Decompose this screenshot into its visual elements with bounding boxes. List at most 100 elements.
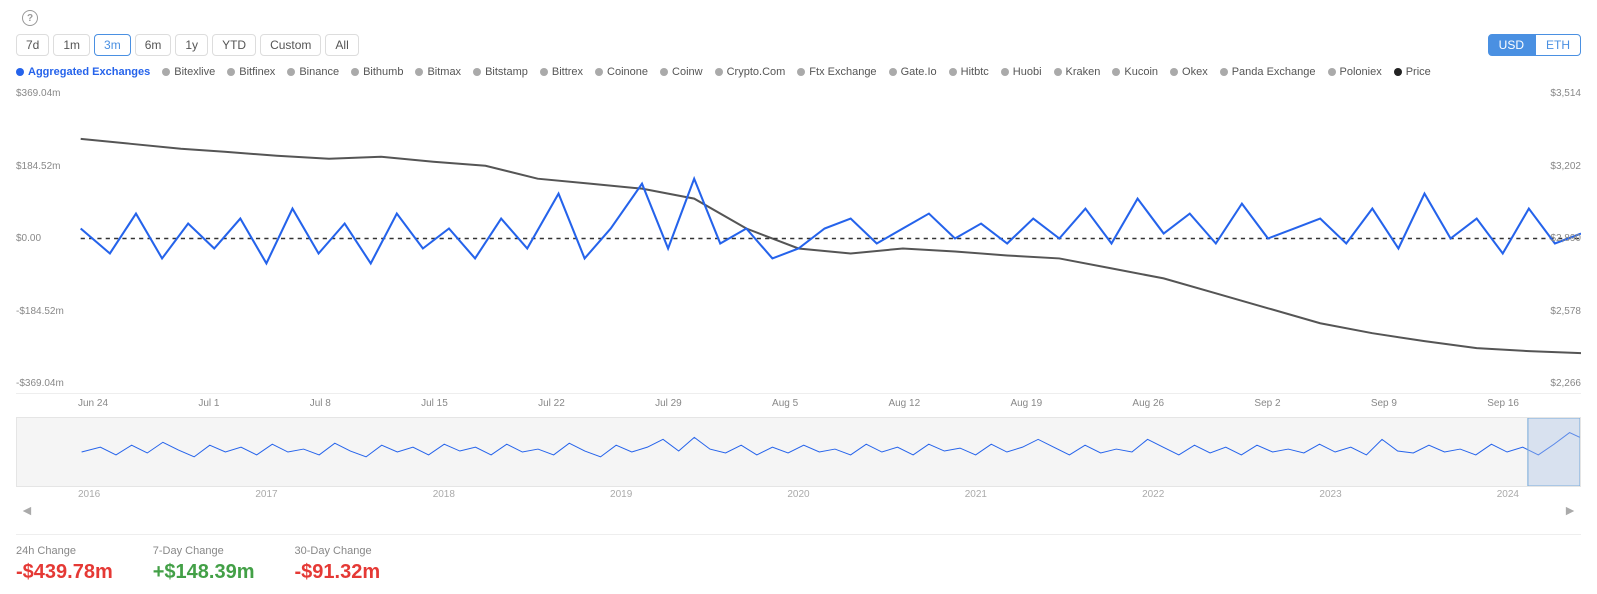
stat-label: 30-Day Change [295,545,381,557]
legend-item-gate-io[interactable]: Gate.Io [889,66,937,78]
legend-label: Hitbtc [961,66,989,78]
time-btn-7d[interactable]: 7d [16,34,49,56]
y-axis-right-label: $3,202 [1531,161,1581,172]
y-axis-left-label: $0.00 [16,233,78,244]
x-axis-label: Sep 9 [1371,398,1397,409]
legend-item-coinw[interactable]: Coinw [660,66,703,78]
legend-dot [715,68,723,76]
legend-label: Panda Exchange [1232,66,1316,78]
mini-chart[interactable] [16,417,1581,487]
legend-dot [1328,68,1336,76]
legend-item-okex[interactable]: Okex [1170,66,1208,78]
stat-label: 7-Day Change [153,545,255,557]
legend-label: Aggregated Exchanges [28,66,150,78]
scroll-left-arrow[interactable]: ◄ [20,502,34,518]
legend-label: Bittrex [552,66,583,78]
legend-dot [351,68,359,76]
legend-label: Binance [299,66,339,78]
legend-item-bitfinex[interactable]: Bitfinex [227,66,275,78]
legend-item-hitbtc[interactable]: Hitbtc [949,66,989,78]
legend-dot [1001,68,1009,76]
legend-label: Price [1406,66,1431,78]
legend-item-panda-exchange[interactable]: Panda Exchange [1220,66,1316,78]
y-axis-right-label: $3,514 [1531,88,1581,99]
time-btn-3m[interactable]: 3m [94,34,131,56]
legend-item-aggregated-exchanges[interactable]: Aggregated Exchanges [16,66,150,78]
y-axis-left: $369.04m$184.52m$0.00-$184.52m-$369.04m [16,84,78,393]
x-axis-label: Jul 15 [421,398,448,409]
time-button-group: 7d1m3m6m1yYTDCustomAll [16,34,359,56]
mini-chart-svg [17,418,1580,486]
mini-x-axis-label: 2022 [1142,489,1164,500]
legend-dot [1112,68,1120,76]
legend-dot [1170,68,1178,76]
legend-dot [660,68,668,76]
legend-dot [473,68,481,76]
x-axis-label: Jun 24 [78,398,108,409]
legend-item-kucoin[interactable]: Kucoin [1112,66,1158,78]
mini-x-axis-label: 2016 [78,489,100,500]
scroll-right-arrow[interactable]: ► [1563,502,1577,518]
y-axis-right-label: $2,890 [1531,233,1581,244]
y-axis-left-label: -$369.04m [16,378,78,389]
legend-item-crypto-com[interactable]: Crypto.Com [715,66,786,78]
legend-dot [595,68,603,76]
time-btn-1m[interactable]: 1m [53,34,90,56]
legend-item-bitstamp[interactable]: Bitstamp [473,66,528,78]
legend-label: Kraken [1066,66,1101,78]
x-axis-label: Sep 16 [1487,398,1519,409]
legend-item-bitexlive[interactable]: Bitexlive [162,66,215,78]
y-axis-left-label: $369.04m [16,88,78,99]
legend-item-bitmax[interactable]: Bitmax [415,66,461,78]
y-axis-right: $3,514$3,202$2,890$2,578$2,266 [1531,84,1581,393]
legend-label: Bithumb [363,66,403,78]
mini-x-axis-label: 2024 [1497,489,1519,500]
legend-dot [287,68,295,76]
mini-x-axis-label: 2017 [255,489,277,500]
legend-item-coinone[interactable]: Coinone [595,66,648,78]
stat-value: -$439.78m [16,561,113,584]
mini-x-axis: 201620172018201920202021202220232024 [16,487,1581,500]
legend-item-poloniex[interactable]: Poloniex [1328,66,1382,78]
stat-item-24h-change: 24h Change-$439.78m [16,545,113,584]
legend-dot [415,68,423,76]
time-btn-all[interactable]: All [325,34,358,56]
legend-item-bithumb[interactable]: Bithumb [351,66,403,78]
legend-item-binance[interactable]: Binance [287,66,339,78]
legend-dot [227,68,235,76]
legend-item-ftx-exchange[interactable]: Ftx Exchange [797,66,876,78]
legend-item-price[interactable]: Price [1394,66,1431,78]
time-btn-custom[interactable]: Custom [260,34,321,56]
legend-dot [162,68,170,76]
help-icon[interactable]: ? [22,10,38,26]
legend-dot [1394,68,1402,76]
currency-btn-usd[interactable]: USD [1488,34,1535,56]
legend-label: Huobi [1013,66,1042,78]
legend-label: Okex [1182,66,1208,78]
currency-button-group: USDETH [1488,34,1581,56]
time-btn-ytd[interactable]: YTD [212,34,256,56]
mini-x-axis-label: 2019 [610,489,632,500]
legend-item-huobi[interactable]: Huobi [1001,66,1042,78]
legend-item-bittrex[interactable]: Bittrex [540,66,583,78]
time-btn-1y[interactable]: 1y [175,34,208,56]
legend-label: Coinone [607,66,648,78]
currency-btn-eth[interactable]: ETH [1535,34,1581,56]
legend-dot [1054,68,1062,76]
legend-item-kraken[interactable]: Kraken [1054,66,1101,78]
x-axis: Jun 24Jul 1Jul 8Jul 15Jul 22Jul 29Aug 5A… [16,394,1581,413]
x-axis-label: Jul 1 [198,398,219,409]
legend-dot [540,68,548,76]
y-axis-right-label: $2,266 [1531,378,1581,389]
stat-value: +$148.39m [153,561,255,584]
x-axis-label: Aug 5 [772,398,798,409]
mini-x-axis-label: 2023 [1319,489,1341,500]
main-chart-svg [16,84,1581,393]
chart-area: $369.04m$184.52m$0.00-$184.52m-$369.04m … [16,84,1581,520]
stat-item-7-day-change: 7-Day Change +$148.39m [153,545,255,584]
main-chart: $369.04m$184.52m$0.00-$184.52m-$369.04m … [16,84,1581,394]
mini-x-axis-label: 2020 [787,489,809,500]
x-axis-label: Aug 19 [1010,398,1042,409]
time-btn-6m[interactable]: 6m [135,34,172,56]
y-axis-left-label: $184.52m [16,161,78,172]
